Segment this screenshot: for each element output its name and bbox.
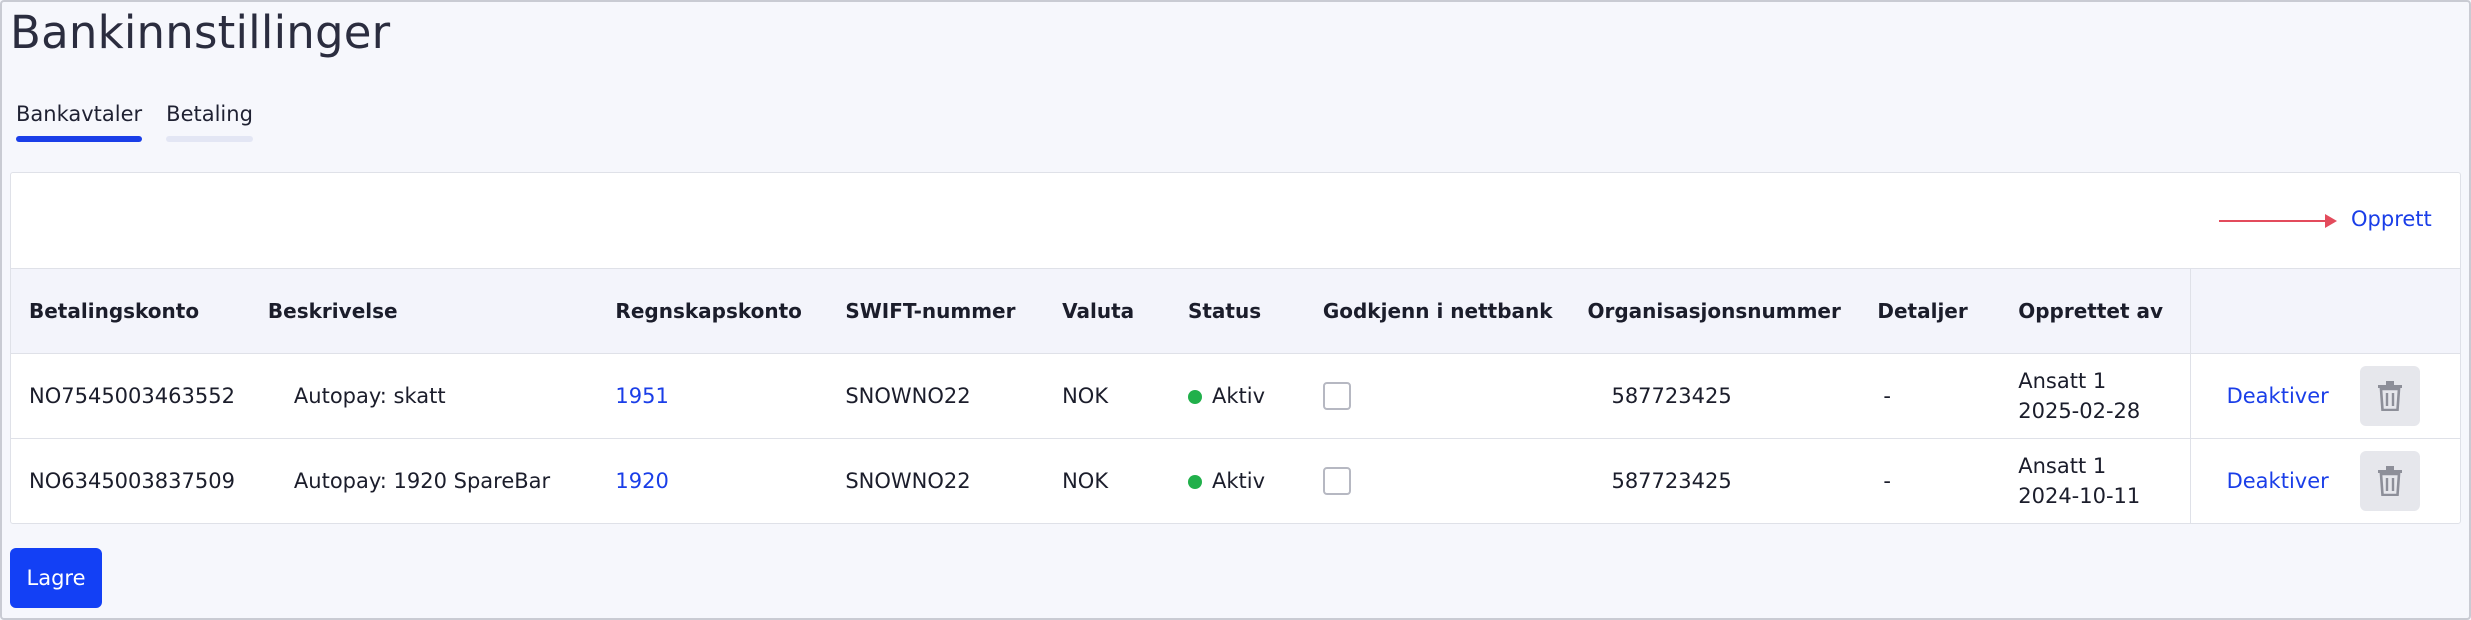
bank-agreements-table: Betalingskonto Beskrivelse Regnskapskont…	[11, 269, 2460, 523]
tab-label: Bankavtaler	[16, 102, 143, 126]
created-by-date: 2025-02-28	[2018, 398, 2141, 423]
tab-bankavtaler[interactable]: Bankavtaler	[16, 102, 143, 142]
column-header: Betalingskonto	[29, 298, 200, 323]
cell-org-number: 587723425	[1611, 383, 1732, 408]
table-header-row: Betalingskonto Beskrivelse Regnskapskont…	[11, 269, 2460, 353]
trash-icon	[2378, 380, 2403, 411]
save-button[interactable]: Lagre	[10, 548, 102, 608]
cell-swift: SNOWNO22	[845, 468, 971, 493]
tab-bar: Bankavtaler Betaling	[16, 102, 253, 142]
column-header: Organisasjonsnummer	[1587, 298, 1841, 323]
deactivate-button[interactable]: Deaktiver	[2227, 469, 2329, 493]
column-header: Detaljer	[1877, 298, 1968, 323]
tab-active-indicator	[16, 136, 143, 142]
cell-created-by: Ansatt 1 2025-02-28	[2018, 353, 2190, 438]
cell-status: Aktiv	[1187, 353, 1323, 438]
create-link[interactable]: Opprett	[2351, 207, 2432, 231]
table-row: NO6345003837509 Autopay: 1920 SpareBar 1…	[11, 438, 2460, 523]
cell-details: -	[1883, 468, 1891, 493]
bank-agreements-card: Opprett Betalingskonto Beskrivelse Regns…	[10, 172, 2461, 524]
cell-description: Autopay: skatt	[293, 383, 446, 408]
approve-netbank-checkbox[interactable]	[1322, 466, 1351, 495]
arrow-right-icon	[2219, 214, 2337, 228]
status-label: Aktiv	[1211, 468, 1265, 493]
status-dot-icon	[1187, 474, 1202, 489]
cell-details: -	[1883, 383, 1891, 408]
cell-created-by: Ansatt 1 2024-10-11	[2018, 438, 2190, 523]
trash-icon	[2378, 465, 2403, 496]
column-header: Beskrivelse	[267, 298, 398, 323]
tab-label: Betaling	[166, 102, 253, 126]
column-header: SWIFT-nummer	[845, 298, 1016, 323]
cell-org-number: 587723425	[1611, 468, 1732, 493]
column-header: Godkjenn i nettbank	[1322, 298, 1553, 323]
cell-account: NO6345003837509	[29, 468, 235, 493]
column-header: Opprettet av	[2018, 298, 2164, 323]
created-by-date: 2024-10-11	[2018, 483, 2141, 508]
cell-account: NO7545003463552	[29, 383, 235, 408]
ledger-account-link[interactable]: 1951	[615, 384, 668, 408]
column-header-empty	[2189, 269, 2361, 353]
status-dot-icon	[1187, 389, 1202, 404]
cell-swift: SNOWNO22	[845, 383, 971, 408]
status-label: Aktiv	[1211, 383, 1265, 408]
table-row: NO7545003463552 Autopay: skatt 1951 SNOW…	[11, 353, 2460, 438]
cell-status: Aktiv	[1187, 438, 1323, 523]
column-header: Valuta	[1062, 298, 1135, 323]
card-toolbar: Opprett	[11, 173, 2460, 269]
column-header-empty	[2360, 269, 2460, 353]
delete-button[interactable]	[2360, 450, 2421, 511]
tab-indicator	[166, 136, 253, 142]
created-by-name: Ansatt 1	[2018, 453, 2107, 478]
cell-currency: NOK	[1062, 383, 1109, 408]
cell-approve	[1322, 438, 1588, 523]
tab-betaling[interactable]: Betaling	[166, 102, 253, 142]
page-title: Bankinnstillinger	[10, 6, 391, 59]
ledger-account-link[interactable]: 1920	[615, 469, 668, 493]
cell-approve	[1322, 353, 1588, 438]
delete-button[interactable]	[2360, 365, 2421, 426]
cell-description: Autopay: 1920 SpareBar	[293, 468, 551, 493]
approve-netbank-checkbox[interactable]	[1322, 381, 1351, 410]
cell-currency: NOK	[1062, 468, 1109, 493]
deactivate-button[interactable]: Deaktiver	[2227, 384, 2329, 408]
column-header: Status	[1187, 298, 1262, 323]
created-by-name: Ansatt 1	[2018, 368, 2107, 393]
column-header: Regnskapskonto	[615, 298, 802, 323]
